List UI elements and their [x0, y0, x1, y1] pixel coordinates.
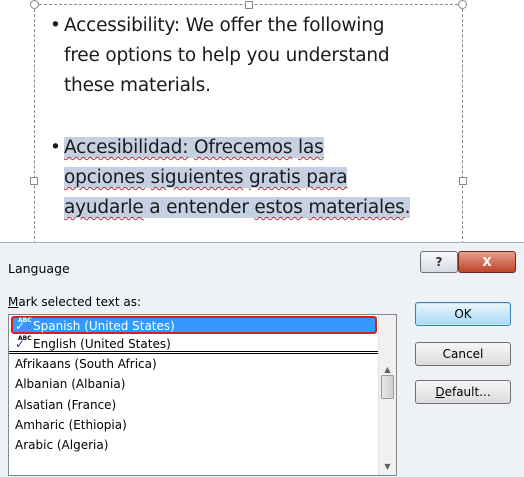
language-label: Alsatian (France) — [15, 397, 117, 412]
text-line: Accessibility: We offer the following — [64, 15, 385, 36]
language-label: Amharic (Ethiopia) — [15, 417, 127, 432]
listbox-scrollbar[interactable]: ▲ ▼ — [378, 315, 396, 475]
paragraph-spanish: • Accesibilidad: Ofrecemos las opciones … — [50, 133, 410, 223]
check-icon: ✓ — [15, 337, 26, 351]
misspelled-word: gratis — [249, 167, 301, 188]
resize-handle-left[interactable] — [30, 177, 38, 185]
text-fragment: a entender — [143, 197, 255, 218]
ok-button[interactable]: OK — [415, 302, 511, 326]
language-item[interactable]: Albanian (Albania) — [9, 374, 379, 394]
mark-selected-text-label: Mark selected text as: — [8, 295, 141, 309]
default-button[interactable]: Default... — [415, 380, 511, 404]
paragraph-english: • Accessibility: We offer the following … — [50, 11, 390, 101]
document-area: • Accessibility: We offer the following … — [0, 0, 524, 244]
language-item[interactable]: Afrikaans (South Africa) — [9, 354, 379, 374]
language-label: Albanian (Albania) — [15, 377, 126, 392]
help-icon: ? — [435, 255, 443, 269]
language-label: Spanish (United States) — [33, 319, 175, 333]
spellcheck-icon: ABC ✓ — [15, 335, 32, 351]
language-list: ABC ✓ Spanish (United States) ABC ✓ English (… — [9, 315, 379, 455]
language-dialog: Language ? X Mark selected text as: ABC ✓… — [0, 242, 524, 477]
text-line: free options to help you understand — [64, 45, 390, 66]
language-item[interactable]: Arabic (Algeria) — [9, 435, 379, 455]
misspelled-word: estos — [254, 197, 303, 218]
cancel-button[interactable]: Cancel — [415, 342, 511, 366]
language-label: Afrikaans (South Africa) — [15, 357, 157, 372]
period: . — [404, 197, 411, 218]
misspelled-word: materiales — [308, 197, 405, 218]
misspelled-word: las — [298, 137, 324, 158]
misspelled-word: opciones — [64, 167, 145, 188]
language-item[interactable]: Amharic (Ethiopia) — [9, 415, 379, 435]
close-button[interactable]: X — [458, 251, 516, 273]
misspelled-word: ayudarle — [64, 197, 144, 218]
label-rest: ark selected text as: — [18, 295, 142, 309]
misspelled-word: para — [306, 167, 348, 188]
language-item[interactable]: ABC ✓ English (United States) — [9, 334, 379, 355]
language-label: Arabic (Algeria) — [15, 437, 109, 452]
text-line-selected: ayudarle a entender estos materiales. — [51, 193, 410, 223]
default-label-rest: efault... — [444, 385, 491, 399]
misspelled-word: Ofrecemos — [193, 137, 293, 158]
bullet: • — [50, 137, 61, 158]
language-item[interactable]: Alsatian (France) — [9, 395, 379, 415]
text-box[interactable]: • Accessibility: We offer the following … — [30, 0, 467, 244]
scroll-thumb[interactable] — [381, 375, 394, 399]
language-label: English (United States) — [33, 337, 171, 351]
spellcheck-icon: ABC ✓ — [15, 317, 32, 333]
language-item-selected[interactable]: ABC ✓ Spanish (United States) — [11, 316, 377, 334]
language-listbox[interactable]: ABC ✓ Spanish (United States) ABC ✓ English (… — [8, 314, 397, 476]
dialog-title: Language — [8, 261, 70, 276]
resize-handle-top-left[interactable] — [30, 0, 39, 9]
label-accelerator: M — [8, 295, 19, 309]
text-line-selected: opciones siguientes gratis para — [51, 163, 410, 193]
text-line: these materials. — [64, 75, 211, 96]
bullet: • — [50, 15, 61, 36]
text-line-selected: Accesibilidad: Ofrecemos las — [51, 133, 410, 163]
close-icon: X — [482, 255, 492, 269]
misspelled-word: siguientes — [150, 167, 244, 188]
resize-handle-top-right[interactable] — [458, 0, 467, 9]
scroll-down-arrow[interactable]: ▼ — [379, 458, 396, 475]
resize-handle-right[interactable] — [459, 177, 467, 185]
resize-handle-top[interactable] — [245, 1, 253, 9]
help-button[interactable]: ? — [420, 251, 458, 273]
check-icon: ✓ — [15, 319, 26, 333]
default-accelerator: D — [435, 385, 445, 399]
misspelled-word: Accesibilidad: — [64, 137, 189, 158]
